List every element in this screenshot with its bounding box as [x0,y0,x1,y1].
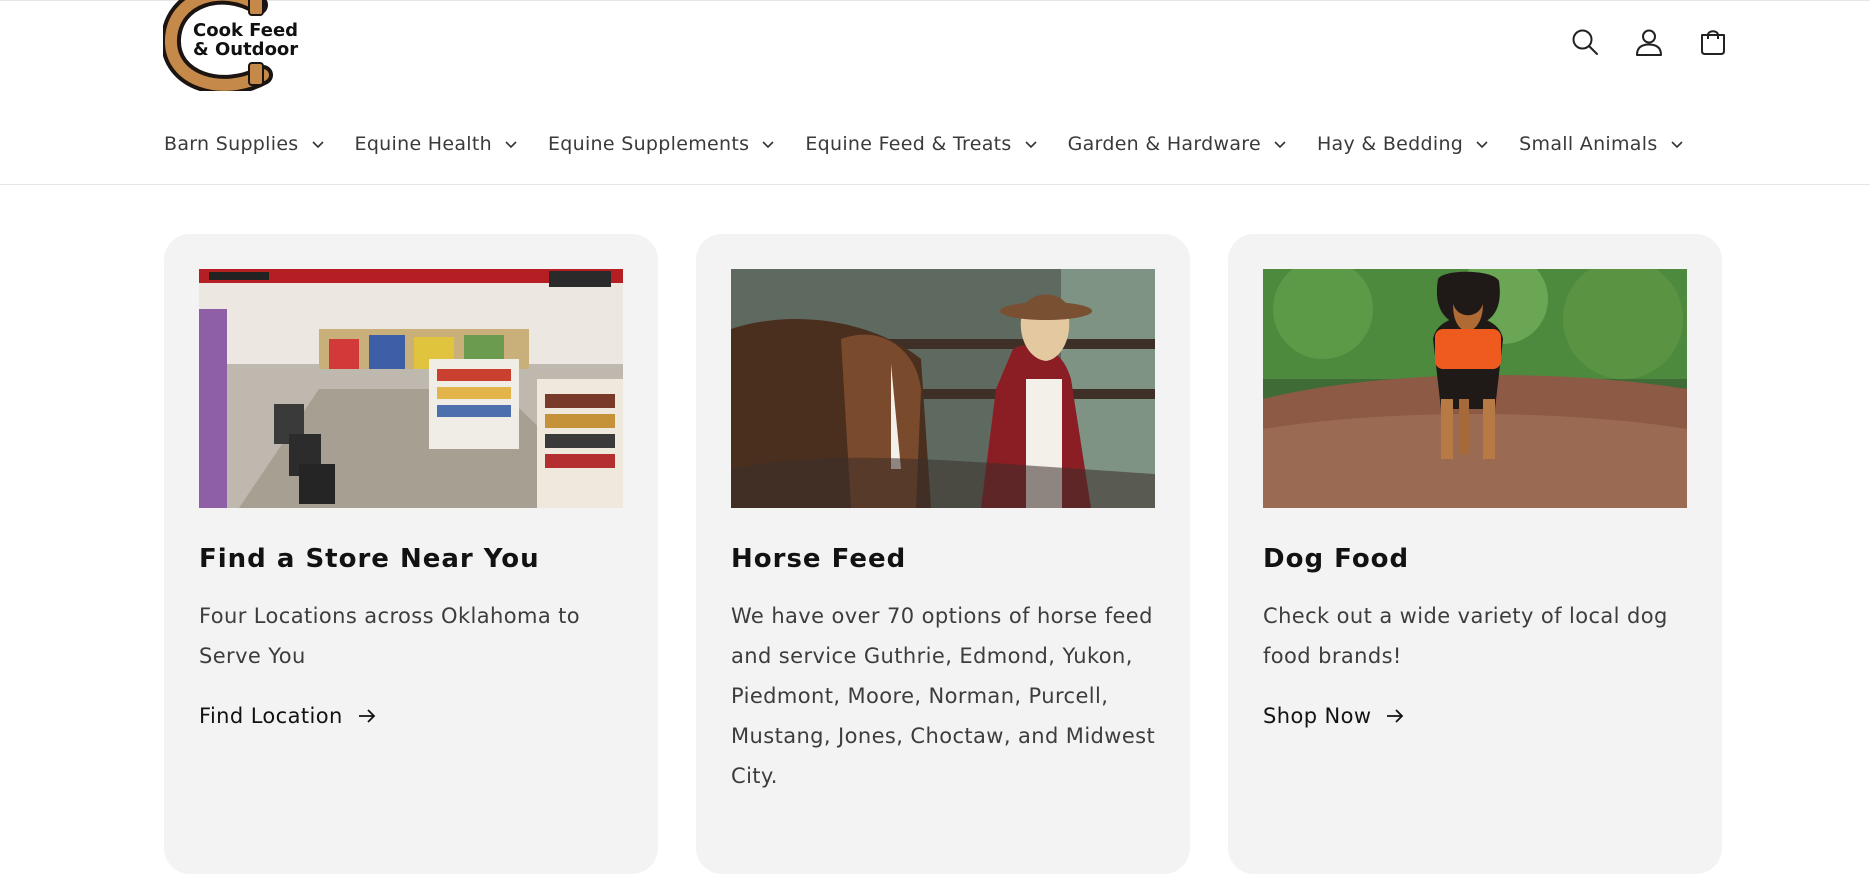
card-find-store: Find a Store Near You Four Locations acr… [164,234,658,874]
card-description: Four Locations across Oklahoma to Serve … [199,604,581,668]
nav-item-equine-feed-treats[interactable]: Equine Feed & Treats [805,133,1037,155]
card-title: Horse Feed [731,544,907,574]
nav-item-label: Barn Supplies [164,133,299,155]
nav-item-label: Equine Feed & Treats [805,133,1012,155]
account-button[interactable] [1628,21,1670,63]
card-link-label: Find Location [199,704,343,728]
site-header: Cook Feed & Outdoor Barn Supplies Equine… [0,0,1870,185]
store-interior-image [199,269,623,508]
chevron-down-icon [1273,139,1287,149]
search-icon [1572,29,1598,55]
nav-item-label: Equine Health [354,133,492,155]
arrow-right-icon [357,708,377,724]
nav-item-label: Garden & Hardware [1067,133,1261,155]
find-location-link[interactable]: Find Location [199,704,377,728]
chevron-down-icon [761,139,775,149]
card-description: Check out a wide variety of local dog fo… [1263,604,1668,668]
nav-item-small-animals[interactable]: Small Animals [1519,133,1683,155]
nav-item-equine-supplements[interactable]: Equine Supplements [548,133,775,155]
nav-item-label: Small Animals [1519,133,1658,155]
nav-item-hay-bedding[interactable]: Hay & Bedding [1317,133,1489,155]
chevron-down-icon [1475,139,1489,149]
nav-item-label: Equine Supplements [547,133,750,155]
chevron-down-icon [1024,139,1038,149]
card-title: Find a Store Near You [199,544,540,574]
dog-image [1263,269,1687,508]
header-icons [1564,21,1734,61]
brand-logo[interactable]: Cook Feed & Outdoor [163,0,303,91]
horse-and-woman-image [731,269,1155,508]
chevron-down-icon [504,139,518,149]
logo-line-1: Cook Feed [193,20,299,41]
cart-icon [1701,30,1725,55]
card-title: Dog Food [1263,544,1410,574]
arrow-right-icon [1385,708,1405,724]
nav-item-barn-supplies[interactable]: Barn Supplies [164,133,325,155]
card-description: We have over 70 options of horse feed an… [731,604,1156,788]
chevron-down-icon [311,139,325,149]
nav-item-garden-hardware[interactable]: Garden & Hardware [1068,133,1287,155]
chevron-down-icon [1670,139,1684,149]
cart-button[interactable] [1692,21,1734,63]
card-dog-food: Dog Food Check out a wide variety of loc… [1228,234,1722,874]
nav-item-label: Hay & Bedding [1316,133,1464,155]
shop-now-link[interactable]: Shop Now [1263,704,1405,728]
nav-item-equine-health[interactable]: Equine Health [355,133,518,155]
account-icon [1636,29,1662,56]
card-link-label: Shop Now [1263,704,1372,728]
logo-line-2: & Outdoor [193,39,299,60]
main-nav: Barn Supplies Equine Health Equine Suppl… [164,129,1714,159]
search-button[interactable] [1564,21,1606,63]
logo-wordmark: Cook Feed & Outdoor [193,21,303,59]
card-horse-feed: Horse Feed We have over 70 options of ho… [696,234,1190,874]
